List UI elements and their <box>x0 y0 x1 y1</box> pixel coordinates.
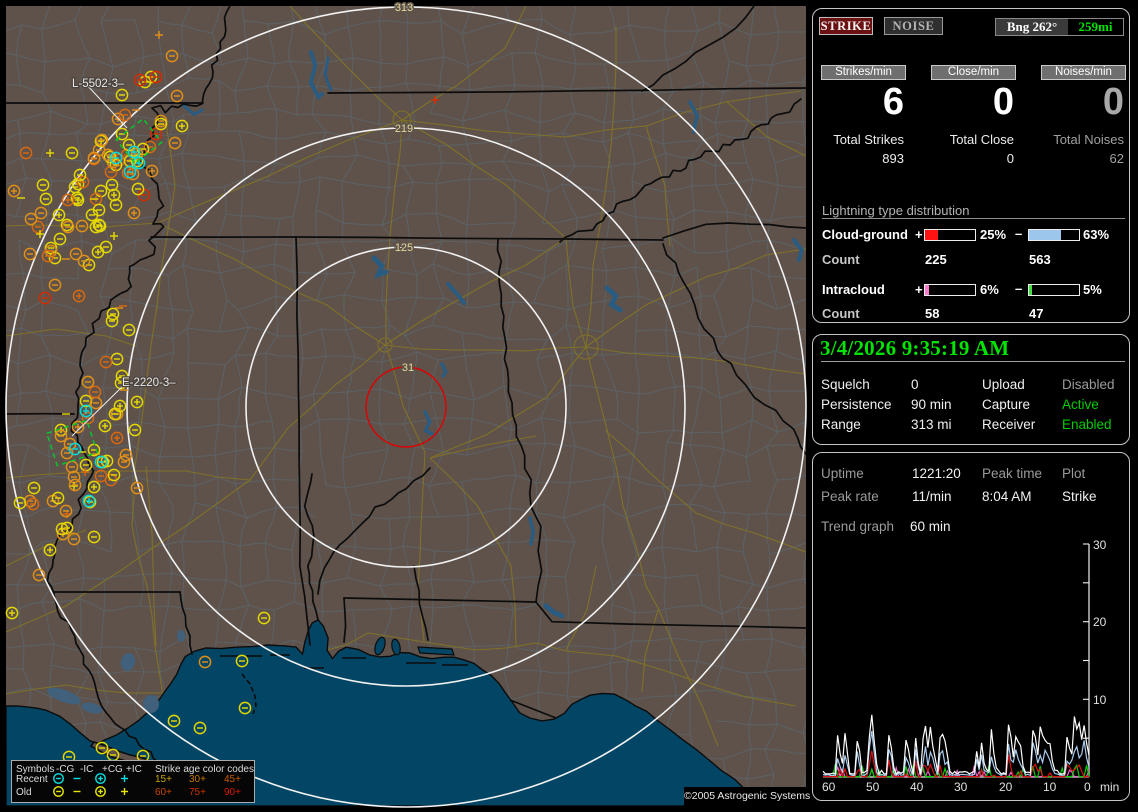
svg-text:10: 10 <box>1043 780 1057 794</box>
svg-text:50: 50 <box>866 780 880 794</box>
svg-text:10: 10 <box>1093 693 1107 707</box>
svg-text:L-5502-3–: L-5502-3– <box>72 78 125 90</box>
svg-text:219: 219 <box>395 123 413 135</box>
svg-text:min: min <box>1100 780 1119 794</box>
svg-text:20: 20 <box>999 780 1013 794</box>
svg-text:30: 30 <box>954 780 968 794</box>
svg-text:125: 125 <box>395 242 413 254</box>
svg-text:31: 31 <box>402 362 414 374</box>
svg-text:60: 60 <box>822 780 836 794</box>
svg-text:E-2220-3–: E-2220-3– <box>122 377 176 389</box>
svg-text:0: 0 <box>1084 780 1091 794</box>
svg-text:40: 40 <box>910 780 924 794</box>
svg-text:30: 30 <box>1093 538 1107 552</box>
svg-text:313: 313 <box>395 2 413 14</box>
svg-text:20: 20 <box>1093 615 1107 629</box>
